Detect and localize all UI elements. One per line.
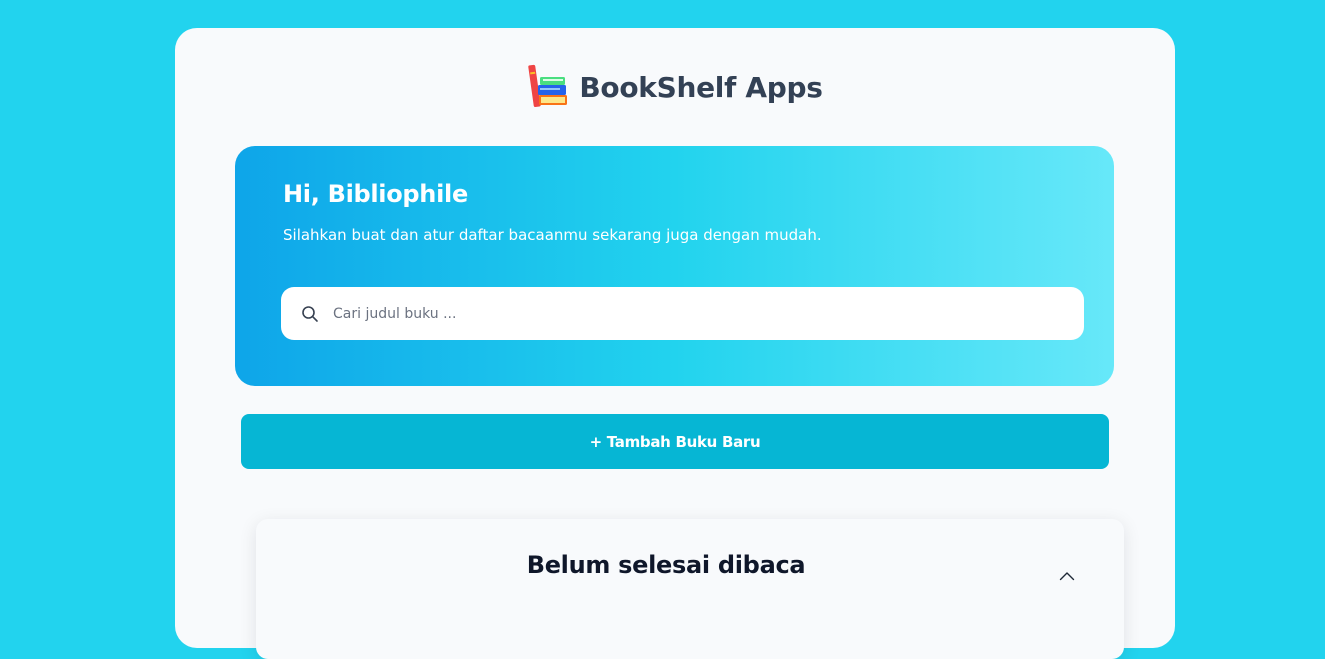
app-card: BookShelf Apps Hi, Bibliophile Silahkan … bbox=[175, 28, 1175, 659]
hero-banner: Hi, Bibliophile Silahkan buat dan atur d… bbox=[235, 146, 1114, 386]
search-box[interactable] bbox=[281, 287, 1084, 340]
search-icon bbox=[301, 305, 319, 323]
add-book-button[interactable]: + Tambah Buku Baru bbox=[241, 414, 1109, 469]
chevron-up-icon[interactable] bbox=[1052, 561, 1082, 591]
unfinished-books-section: Belum selesai dibaca bbox=[256, 519, 1124, 659]
books-stack-icon bbox=[527, 62, 569, 112]
hero-greeting: Hi, Bibliophile bbox=[283, 180, 468, 208]
hero-subtitle: Silahkan buat dan atur daftar bacaanmu s… bbox=[283, 226, 822, 244]
search-input[interactable] bbox=[333, 298, 1053, 329]
app-header: BookShelf Apps bbox=[175, 62, 1175, 112]
app-title: BookShelf Apps bbox=[579, 70, 823, 104]
section-title: Belum selesai dibaca bbox=[526, 551, 806, 579]
